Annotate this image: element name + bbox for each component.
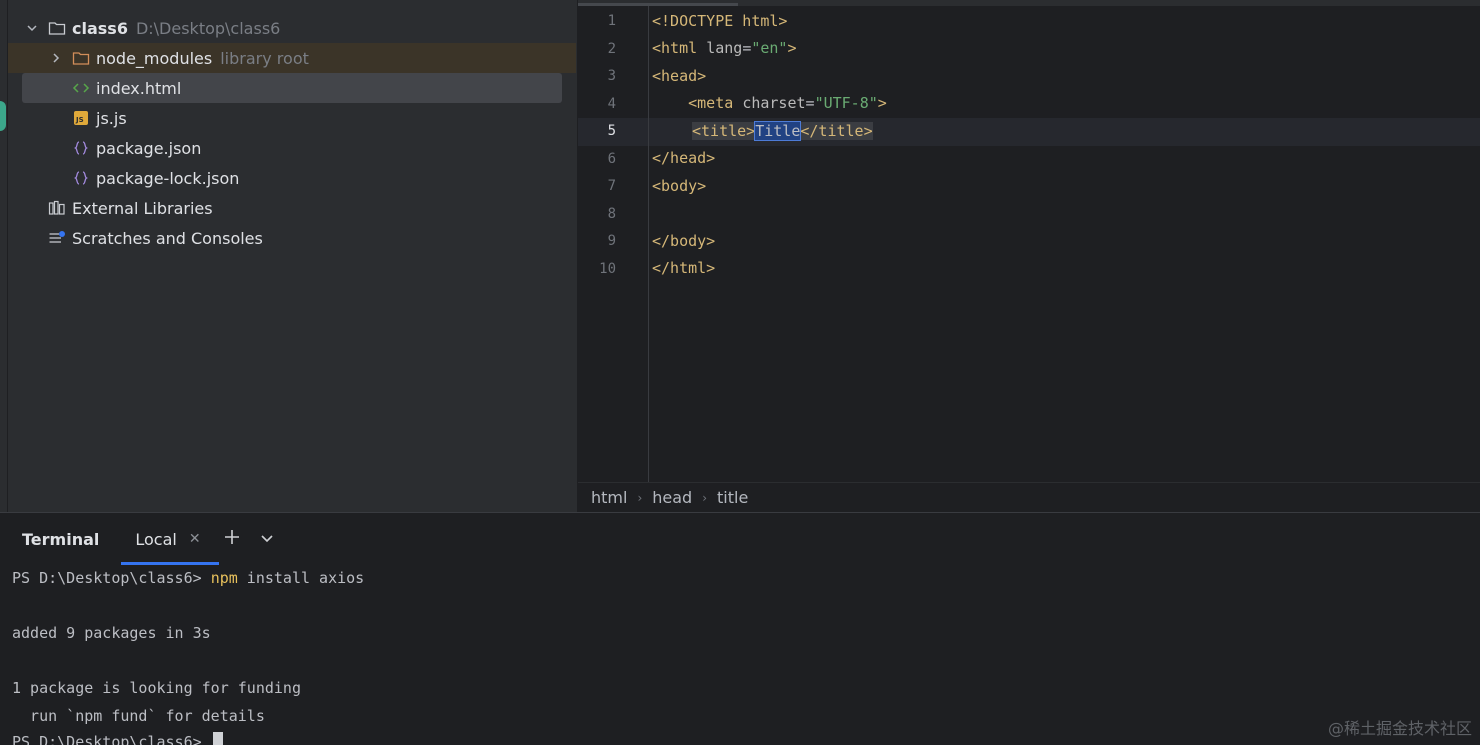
active-tab-indicator	[121, 562, 219, 565]
text-cursor	[212, 732, 223, 745]
line-number: 9	[607, 233, 616, 249]
chevron-right-icon: ›	[702, 490, 708, 505]
tab-local[interactable]: Local ✕	[121, 513, 219, 565]
code-line-7: <body>	[652, 177, 707, 195]
root-path: D:\Desktop\class6	[135, 18, 281, 38]
breadcrumb: html › head › title	[578, 482, 1480, 512]
chevron-down-icon[interactable]	[24, 20, 40, 36]
code-line-4: <meta charset="UTF-8">	[652, 94, 887, 112]
line-number: 6	[607, 151, 616, 167]
line-number: 4	[607, 96, 616, 112]
folder-icon	[48, 19, 66, 37]
tree-item-node-modules[interactable]: node_modules library root	[8, 43, 576, 73]
tree-item-scratches[interactable]: Scratches and Consoles	[8, 223, 576, 253]
ide-window: class6 D:\Desktop\class6 node_modules li…	[0, 0, 1480, 745]
line-number-gutter: 1 2 3 4 5 6 7 8 9 10	[578, 6, 649, 482]
line-number: 8	[607, 206, 616, 222]
status-indicator	[0, 101, 6, 131]
item-name: External Libraries	[72, 198, 213, 218]
json-file-icon	[72, 169, 90, 187]
terminal-tool-window: Terminal Local ✕ PS D:\Desktop\class6> n…	[0, 512, 1480, 745]
chevron-down-icon[interactable]	[259, 527, 275, 551]
library-icon	[48, 199, 66, 217]
tree-item-js-js[interactable]: JS js.js	[8, 103, 576, 133]
line-number: 1	[607, 13, 616, 29]
item-name: js.js	[96, 108, 127, 128]
selected-text: Title	[754, 121, 802, 141]
code-line-1: <!DOCTYPE html>	[652, 12, 788, 30]
code-line-6: </head>	[652, 149, 716, 167]
line-number: 10	[599, 261, 616, 277]
add-icon[interactable]	[223, 527, 241, 551]
line-number-current: 5	[607, 123, 616, 139]
item-name: index.html	[96, 78, 182, 98]
tab-label: Local	[135, 529, 177, 549]
terminal-line: PS D:\Desktop\class6> npm install axios	[12, 569, 365, 587]
close-icon[interactable]: ✕	[189, 531, 201, 547]
project-tool-window: class6 D:\Desktop\class6 node_modules li…	[0, 0, 577, 512]
library-root-label: library root	[220, 48, 309, 68]
chevron-right-icon[interactable]	[48, 50, 64, 66]
line-number: 2	[607, 41, 616, 57]
code-line-3: <head>	[652, 67, 707, 85]
terminal-line: 1 package is looking for funding	[12, 679, 301, 697]
terminal-title: Terminal	[22, 529, 100, 549]
breadcrumb-item-html[interactable]: html	[591, 488, 627, 507]
item-name: package-lock.json	[96, 168, 240, 188]
tree-item-package-lock-json[interactable]: package-lock.json	[8, 163, 576, 193]
scratches-icon	[48, 229, 66, 247]
watermark: @稀土掘金技术社区	[1327, 719, 1472, 738]
code-line-5: <title>Title</title>	[692, 121, 873, 141]
tree-item-index-html[interactable]: index.html	[22, 73, 562, 103]
item-name: node_modules	[96, 48, 213, 68]
code-line-2: <html lang="en">	[652, 39, 797, 57]
tree-item-package-json[interactable]: package.json	[8, 133, 576, 163]
code-line-9: </body>	[652, 232, 716, 250]
line-number: 3	[607, 68, 616, 84]
terminal-line: run `npm fund` for details	[12, 707, 265, 725]
code-editor[interactable]: 1 2 3 4 5 6 7 8 9 10 <!DOCTYPE html> <ht…	[578, 0, 1480, 482]
code-line-10: </html>	[652, 259, 716, 277]
breadcrumb-item-head[interactable]: head	[652, 488, 692, 507]
terminal-line: added 9 packages in 3s	[12, 624, 211, 642]
terminal-input-line[interactable]: PS D:\Desktop\class6>	[12, 732, 223, 745]
root-name: class6	[72, 18, 128, 38]
item-name: package.json	[96, 138, 202, 158]
tree-item-external-libraries[interactable]: External Libraries	[8, 193, 576, 223]
javascript-file-icon: JS	[72, 109, 90, 127]
svg-text:JS: JS	[75, 116, 84, 124]
folder-icon	[72, 49, 90, 67]
json-file-icon	[72, 139, 90, 157]
line-number: 7	[607, 178, 616, 194]
tool-strip	[0, 0, 8, 512]
chevron-right-icon: ›	[637, 490, 643, 505]
html-file-icon	[72, 79, 90, 97]
terminal-header: Terminal Local ✕	[0, 513, 1480, 565]
item-name: Scratches and Consoles	[72, 228, 263, 248]
breadcrumb-item-title[interactable]: title	[717, 488, 748, 507]
editor-tab-strip	[578, 0, 1480, 6]
tree-root-class6[interactable]: class6 D:\Desktop\class6	[8, 13, 576, 43]
